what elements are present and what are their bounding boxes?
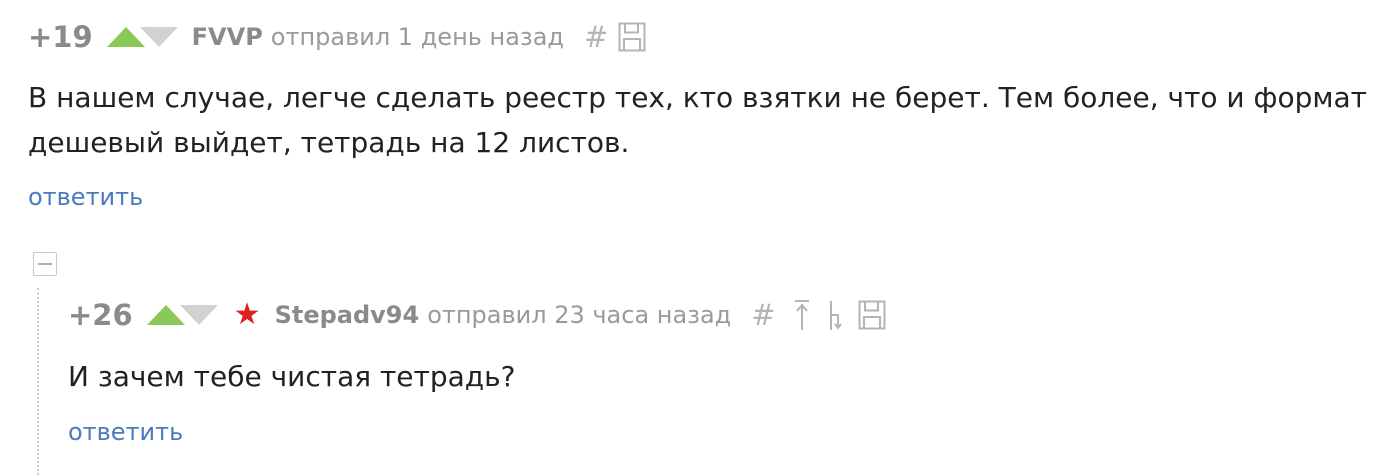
comment-link-icon[interactable]: # xyxy=(584,20,608,54)
vote-down-icon[interactable] xyxy=(179,305,218,325)
comment-header: +19 FVVP отправил 1 день назад # xyxy=(28,19,646,55)
collapse-icon[interactable] xyxy=(33,252,57,276)
save-icon[interactable] xyxy=(618,22,646,52)
comment-rating: +26 xyxy=(68,298,133,332)
comment-rating: +19 xyxy=(28,20,93,54)
comment-link-icon[interactable]: # xyxy=(751,298,775,332)
comment-timestamp: отправил 1 день назад xyxy=(270,23,564,51)
comment-text: И зачем тебе чистая тетрадь? xyxy=(68,354,515,399)
comment-text-line: В нашем случае, легче сделать реестр тех… xyxy=(28,81,1367,114)
branch-arrow-icon[interactable] xyxy=(826,299,846,331)
comment-author[interactable]: Stepadv94 xyxy=(275,301,420,329)
reply-link[interactable]: ответить xyxy=(68,418,183,446)
comment-timestamp: отправил 23 часа назад xyxy=(427,301,732,329)
thread-line xyxy=(37,288,39,475)
comment-text-line: И зачем тебе чистая тетрадь? xyxy=(68,360,516,393)
comment-text-line: дешевый выйдет, тетрадь на 12 листов. xyxy=(28,126,630,159)
comment-author[interactable]: FVVP xyxy=(192,23,263,51)
reply-link[interactable]: ответить xyxy=(28,183,143,211)
parent-arrow-icon[interactable] xyxy=(792,299,812,331)
vote-down-icon[interactable] xyxy=(139,27,178,47)
save-icon[interactable] xyxy=(858,300,886,330)
comment-text: В нашем случае, легче сделать реестр тех… xyxy=(28,75,1367,165)
star-icon: ★ xyxy=(233,297,261,332)
comment-header: +26 ★ Stepadv94 отправил 23 часа назад # xyxy=(68,297,886,333)
